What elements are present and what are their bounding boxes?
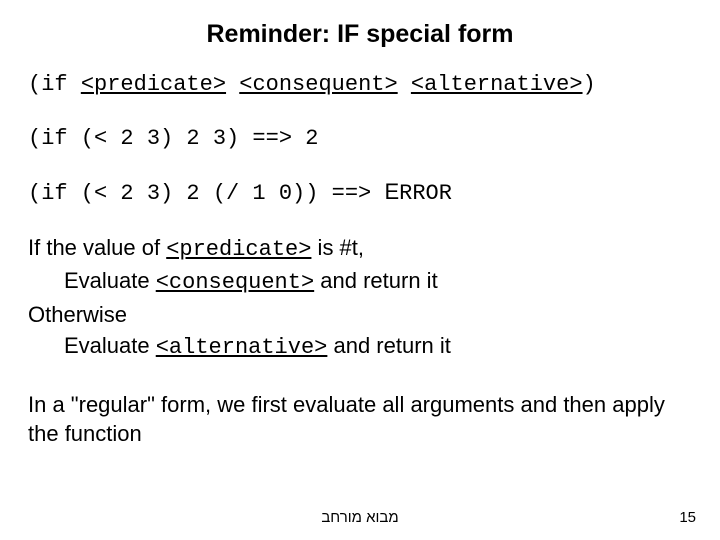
explain-line-2: Evaluate <consequent> and return it [64,267,692,297]
example-2-result-prefix: E [384,179,399,204]
syntax-predicate: <predicate> [81,72,226,97]
example-1-expr: (if (< 2 3) 2 3) ==> [28,126,305,151]
l1c: is #t, [311,235,364,260]
l1b: <predicate> [166,237,311,262]
example-2-expr: (if (< 2 3) 2 (/ 1 0)) ==> [28,181,384,206]
l2a: Evaluate [64,268,156,293]
example-1-result: 2 [305,126,318,151]
explain-line-1: If the value of <predicate> is #t, [28,234,692,264]
l2c: and return it [314,268,438,293]
footer-hebrew: מבוא מורחב [0,509,720,526]
syntax-sp1 [226,72,239,97]
l1a: If the value of [28,235,166,260]
syntax-close: ) [583,72,596,97]
l4b: <alternative> [156,335,328,360]
l4c: and return it [327,333,451,358]
explain-line-3: Otherwise [28,301,692,329]
example-1: (if (< 2 3) 2 3) ==> 2 [28,125,692,153]
example-2-result-rest: RROR [399,181,452,206]
syntax-open: (if [28,72,81,97]
explain-line-4: Evaluate <alternative> and return it [64,332,692,362]
syntax-alternative: <alternative> [411,72,583,97]
syntax-consequent: <consequent> [239,72,397,97]
syntax-sp2 [398,72,411,97]
page-number: 15 [679,509,696,526]
l4a: Evaluate [64,333,156,358]
explanation-block: If the value of <predicate> is #t, Evalu… [28,234,692,362]
example-2: (if (< 2 3) 2 (/ 1 0)) ==> ERROR [28,178,692,208]
slide-title: Reminder: IF special form [28,20,692,49]
l3: Otherwise [28,302,127,327]
l2b: <consequent> [156,270,314,295]
syntax-line: (if <predicate> <consequent> <alternativ… [28,71,692,99]
closing-text: In a "regular" form, we first evaluate a… [28,390,692,449]
